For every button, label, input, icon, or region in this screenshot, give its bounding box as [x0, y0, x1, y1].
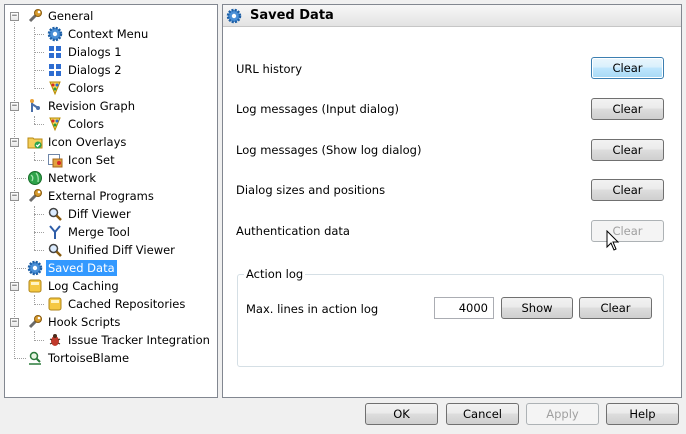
show-action-log-button[interactable]: Show [501, 297, 573, 319]
wrench-icon [27, 314, 43, 330]
gear-icon [47, 26, 63, 42]
collapse-revision-graph-icon[interactable]: − [10, 102, 19, 111]
cancel-button[interactable]: Cancel [446, 403, 519, 425]
settings-tree[interactable]: − General Context Menu Dialogs 1 Dialogs… [4, 4, 218, 398]
max-lines-label: Max. lines in action log [246, 302, 379, 316]
collapse-log-caching-icon[interactable]: − [10, 282, 19, 291]
collapse-external-programs-icon[interactable]: − [10, 192, 19, 201]
tree-item-dialogs-1[interactable]: Dialogs 1 [47, 43, 124, 61]
palette-icon [47, 80, 63, 96]
clear-dialog-sizes-button[interactable]: Clear [591, 179, 664, 201]
folder-check-icon [27, 134, 43, 150]
tree-item-tortoiseblame[interactable]: TortoiseBlame [27, 349, 131, 367]
clear-authentication-data-button[interactable]: Clear [591, 220, 664, 242]
tree-item-hook-scripts[interactable]: Hook Scripts [27, 313, 122, 331]
palette-icon [47, 116, 63, 132]
page-title: Saved Data [250, 8, 334, 23]
magnifier-icon [47, 242, 63, 258]
saved-data-panel: Saved Data URL history Clear Log message… [222, 4, 682, 398]
max-lines-input[interactable] [434, 297, 494, 319]
authentication-data-label: Authentication data [236, 224, 350, 238]
clear-log-messages-show-log-button[interactable]: Clear [591, 139, 664, 161]
collapse-icon-overlays-icon[interactable]: − [10, 138, 19, 147]
tree-item-log-caching[interactable]: Log Caching [27, 277, 121, 295]
tree-item-unified-diff-viewer[interactable]: Unified Diff Viewer [47, 241, 177, 259]
collapse-general-icon[interactable]: − [10, 12, 19, 21]
tree-item-external-programs[interactable]: External Programs [27, 187, 156, 205]
tree-item-context-menu[interactable]: Context Menu [47, 25, 150, 43]
url-history-label: URL history [236, 62, 303, 76]
magnifier-icon [47, 206, 63, 222]
merge-icon [47, 224, 63, 240]
tree-item-revision-graph-colors[interactable]: Colors [47, 115, 106, 133]
tree-item-icon-overlays[interactable]: Icon Overlays [27, 133, 128, 151]
tree-item-icon-set[interactable]: Icon Set [47, 151, 117, 169]
log-messages-input-label: Log messages (Input dialog) [236, 102, 400, 116]
apply-button[interactable]: Apply [526, 403, 599, 425]
action-log-legend: Action log [244, 267, 306, 281]
action-log-group: Action log Max. lines in action log Show… [237, 267, 664, 367]
tree-item-colors[interactable]: Colors [47, 79, 106, 97]
tree-item-general[interactable]: General [27, 7, 95, 25]
bug-icon [47, 332, 63, 348]
panel-header: Saved Data [223, 5, 681, 27]
tree-item-network[interactable]: Network [27, 169, 98, 187]
gear-icon [27, 260, 43, 276]
tree-item-diff-viewer[interactable]: Diff Viewer [47, 205, 133, 223]
clear-url-history-button[interactable]: Clear [591, 57, 664, 79]
clear-action-log-button[interactable]: Clear [579, 297, 652, 319]
tree-item-revision-graph[interactable]: Revision Graph [27, 97, 137, 115]
graph-icon [27, 98, 43, 114]
mouse-cursor-icon [606, 230, 620, 251]
blame-icon [27, 350, 43, 366]
collapse-hook-scripts-icon[interactable]: − [10, 318, 19, 327]
tree-item-dialogs-2[interactable]: Dialogs 2 [47, 61, 124, 79]
log-messages-show-log-label: Log messages (Show log dialog) [236, 143, 422, 157]
database-icon [27, 278, 43, 294]
dialog-sizes-label: Dialog sizes and positions [236, 183, 386, 197]
icon-set-icon [47, 152, 63, 168]
windows-icon [47, 44, 63, 60]
help-button[interactable]: Help [606, 403, 679, 425]
globe-icon [27, 170, 43, 186]
gear-icon [226, 8, 242, 24]
wrench-icon [27, 188, 43, 204]
ok-button[interactable]: OK [365, 403, 438, 425]
tree-item-merge-tool[interactable]: Merge Tool [47, 223, 132, 241]
tree-item-saved-data[interactable]: Saved Data [27, 259, 117, 277]
windows-icon [47, 62, 63, 78]
clear-log-messages-input-button[interactable]: Clear [591, 98, 664, 120]
tree-item-cached-repositories[interactable]: Cached Repositories [47, 295, 187, 313]
database-icon [47, 296, 63, 312]
tree-item-issue-tracker[interactable]: Issue Tracker Integration [47, 331, 212, 349]
wrench-icon [27, 8, 43, 24]
